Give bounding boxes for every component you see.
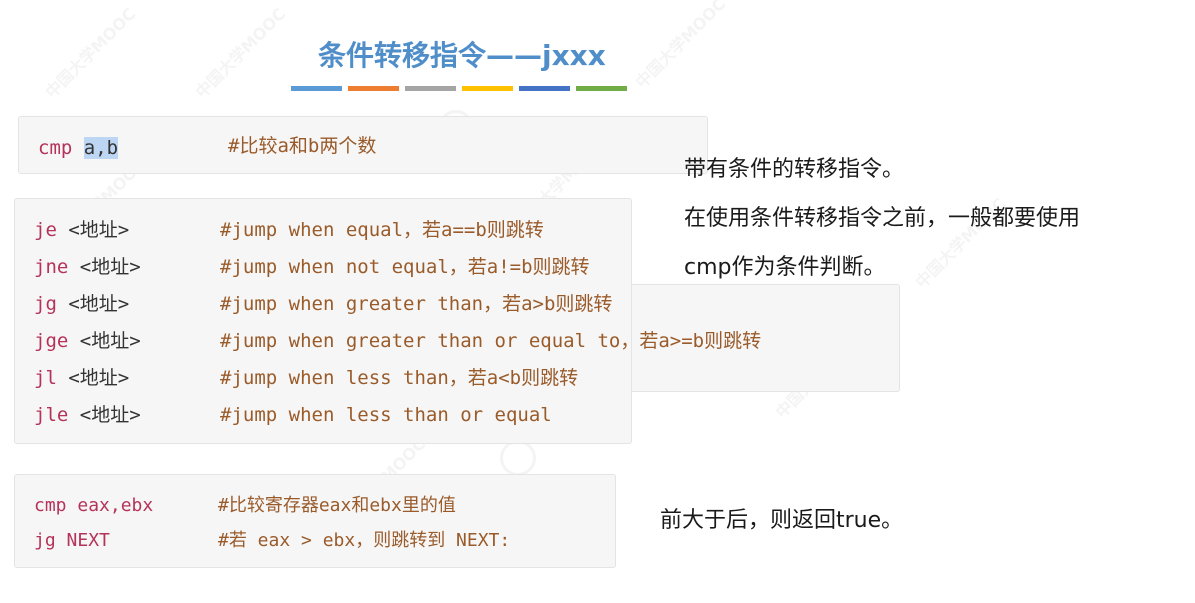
code-block-example [14, 474, 616, 568]
code-instruction: jne [34, 256, 69, 278]
code-comment: #jump when less than or equal [220, 404, 552, 426]
watermark: 中国大学MOOC [191, 4, 290, 102]
color-bar [576, 86, 627, 91]
code-instruction: jge [34, 330, 69, 352]
color-bar [291, 86, 342, 91]
code-comment: #jump when greater than，若a>b则跳转 [220, 293, 613, 315]
code-operand-selected: a,b [83, 137, 119, 159]
code-line: cmp a,b [38, 136, 119, 160]
code-comment: #比较寄存器eax和ebx里的值 [218, 495, 456, 516]
code-instruction: cmp [34, 495, 67, 516]
color-bar [348, 86, 399, 91]
code-line: jl <地址> [34, 366, 129, 390]
code-comment: #比较a和b两个数 [228, 135, 377, 157]
code-operand: eax,ebx [77, 495, 154, 516]
note-text: cmp作为条件判断。 [684, 255, 886, 280]
code-comment: #jump when equal，若a==b则跳转 [220, 219, 544, 241]
code-operand: <地址> [79, 330, 141, 352]
code-instruction: jg [34, 530, 56, 551]
code-line: je <地址> [34, 218, 129, 242]
code-instruction: jg [34, 293, 57, 315]
code-comment: #jump when greater than or equal to，若a>=… [220, 330, 762, 352]
title-color-bars [291, 86, 627, 91]
code-instruction: cmp [38, 137, 73, 159]
code-comment: #若 eax > ebx，则跳转到 NEXT: [218, 530, 511, 551]
note-text: 前大于后，则返回true。 [660, 508, 904, 533]
color-bar [462, 86, 513, 91]
watermark: 中国大学MOOC [631, 0, 730, 92]
code-line: jne <地址> [34, 255, 141, 279]
code-operand: <地址> [68, 219, 130, 241]
code-line: jle <地址> [34, 403, 141, 427]
code-instruction: je [34, 219, 57, 241]
color-bar [519, 86, 570, 91]
code-operand: <地址> [79, 256, 141, 278]
code-operand: <地址> [68, 293, 130, 315]
code-line: jg NEXT [34, 529, 110, 553]
code-operand: <地址> [68, 367, 130, 389]
watermark: 中国大学MOOC [41, 4, 140, 102]
slide-title: 条件转移指令——jxxx [318, 39, 606, 72]
code-line: cmp eax,ebx [34, 494, 153, 518]
code-instruction: jl [34, 367, 57, 389]
code-line: jg <地址> [34, 292, 129, 316]
color-bar [405, 86, 456, 91]
code-operand: NEXT [66, 530, 110, 551]
note-text: 带有条件的转移指令。 [684, 157, 905, 182]
code-comment: #jump when less than，若a<b则跳转 [220, 367, 579, 389]
note-text: 在使用条件转移指令之前，一般都要使用 [684, 206, 1081, 231]
code-operand: <地址> [79, 404, 141, 426]
code-line: jge <地址> [34, 329, 141, 353]
watermark-logo-icon [500, 440, 536, 476]
code-instruction: jle [34, 404, 69, 426]
code-comment: #jump when not equal，若a!=b则跳转 [220, 256, 590, 278]
